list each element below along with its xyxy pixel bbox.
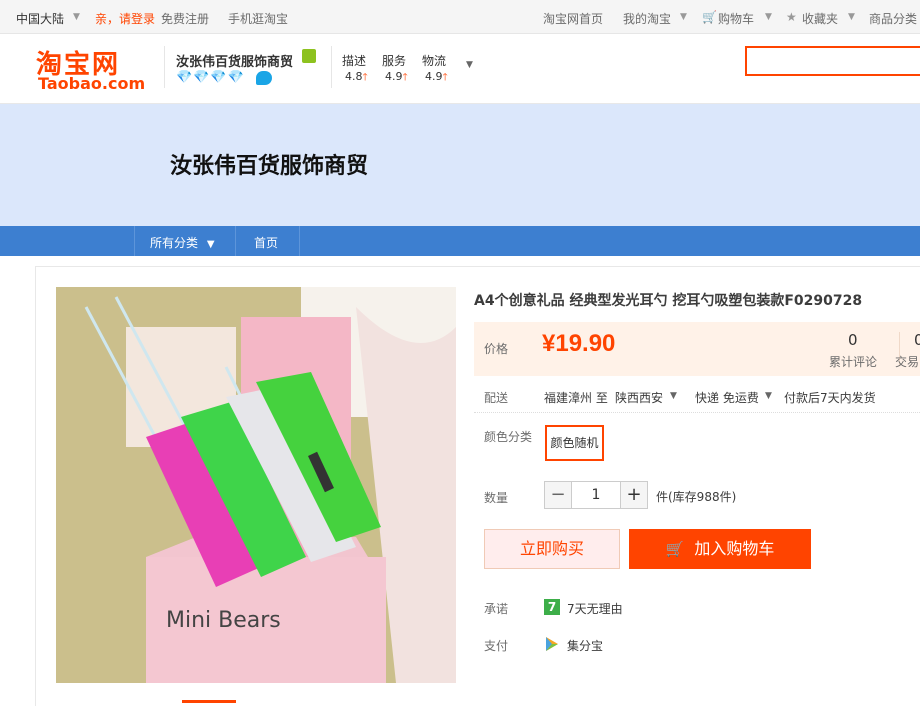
login-link[interactable]: 亲，请登录 — [95, 10, 155, 27]
rating-value-service: 4.9🡑 — [385, 70, 408, 83]
my-taobao-chevron-down-icon[interactable]: ▼ — [680, 12, 687, 22]
price-label: 价格 — [484, 342, 509, 356]
add-to-cart-label: 加入购物车 — [694, 539, 775, 558]
header-divider — [164, 46, 165, 88]
rating-label-service: 服务 — [382, 54, 407, 68]
rating-label-logistics: 物流 — [422, 54, 447, 68]
seven-day-return-icon: 7 — [544, 599, 560, 615]
delivery-destination-select[interactable]: 陕西西安 — [615, 389, 663, 406]
svg-text:Mini Bears: Mini Bears — [166, 608, 281, 633]
shop-nav — [0, 226, 920, 256]
cart-icon[interactable]: 🛒 — [702, 10, 717, 24]
quantity-increase-button[interactable]: + — [620, 481, 648, 509]
shop-badge-icon — [302, 49, 316, 63]
add-to-cart-button[interactable]: 🛒 加入购物车 — [629, 529, 811, 569]
product-image[interactable]: Mini Bears — [56, 287, 456, 683]
cart-link[interactable]: 购物车 — [718, 10, 754, 27]
star-icon: ★ — [786, 10, 797, 24]
reviews-count[interactable]: 0 — [848, 331, 858, 349]
promise-text[interactable]: 7天无理由 — [567, 600, 623, 617]
nav-all-categories-label: 所有分类 — [150, 236, 199, 250]
section-divider — [474, 412, 920, 413]
credit-diamonds-icon: 💎💎💎💎 — [176, 70, 245, 85]
shipping-method-select[interactable]: 快递 免运费 — [695, 389, 759, 406]
up-arrow-icon: 🡑 — [402, 72, 408, 83]
promise-label: 承诺 — [484, 602, 509, 616]
wangwang-chat-icon[interactable] — [256, 71, 272, 85]
payment-method[interactable]: 集分宝 — [567, 637, 603, 654]
cart-icon: 🛒 — [665, 540, 685, 558]
rating-label-desc: 描述 — [342, 54, 367, 68]
buy-now-button[interactable]: 立即购买 — [484, 529, 620, 569]
quantity-input[interactable]: 1 — [572, 481, 620, 509]
jifenbao-icon — [546, 637, 558, 651]
shop-banner — [0, 104, 920, 226]
reviews-label[interactable]: 累计评论 — [829, 353, 877, 370]
dispatch-time: 付款后7天内发货 — [784, 391, 876, 405]
product-title: A4个创意礼品 经典型发光耳勺 挖耳勺吸塑包装款F0290728 — [474, 293, 863, 309]
nav-divider — [235, 226, 236, 256]
destination-chevron-down-icon[interactable]: ▼ — [670, 391, 677, 401]
nav-home[interactable]: 首页 — [254, 234, 278, 251]
ratings-chevron-down-icon[interactable]: ▼ — [466, 60, 473, 70]
triangle-down-icon: ▼ — [206, 239, 215, 250]
my-taobao-menu[interactable]: 我的淘宝 — [623, 10, 671, 27]
taobao-home-link[interactable]: 淘宝网首页 — [543, 10, 603, 27]
taobao-logo-en[interactable]: Taobao.com — [38, 74, 145, 93]
region-chevron-down-icon[interactable]: ▼ — [73, 12, 80, 22]
nav-all-categories[interactable]: 所有分类 ▼ — [150, 234, 215, 251]
product-photo-art: Mini Bears — [56, 287, 456, 683]
cart-chevron-down-icon[interactable]: ▼ — [765, 12, 772, 22]
region-selector[interactable]: 中国大陆 — [16, 10, 64, 27]
search-input[interactable] — [745, 46, 920, 76]
payment-label: 支付 — [484, 639, 509, 653]
favorites-chevron-down-icon[interactable]: ▼ — [848, 12, 855, 22]
quantity-decrease-button[interactable]: − — [544, 481, 572, 509]
color-label: 颜色分类 — [484, 430, 533, 444]
site-topbar: 中国大陆 ▼ 亲，请登录 免费注册 手机逛淘宝 淘宝网首页 我的淘宝 ▼ 🛒 购… — [0, 0, 920, 34]
shipping-chevron-down-icon[interactable]: ▼ — [765, 391, 772, 401]
trade-label: 交易 — [895, 355, 920, 369]
delivery-from: 福建漳州 至 — [544, 391, 608, 405]
nav-divider — [134, 226, 135, 256]
shop-name[interactable]: 汝张伟百货服饰商贸 — [176, 51, 293, 70]
stock-info: 件(库存988件) — [656, 490, 737, 504]
quantity-label: 数量 — [484, 491, 509, 505]
price-value: ¥19.90 — [542, 330, 616, 357]
delivery-label: 配送 — [484, 391, 509, 405]
header-divider — [331, 46, 332, 88]
favorites-link[interactable]: 收藏夹 — [802, 10, 838, 27]
banner-shop-title: 汝张伟百货服饰商贸 — [170, 154, 369, 179]
up-arrow-icon: 🡑 — [442, 72, 448, 83]
mobile-taobao-link[interactable]: 手机逛淘宝 — [228, 10, 288, 27]
nav-divider — [299, 226, 300, 256]
rating-value-logistics: 4.9🡑 — [425, 70, 448, 83]
register-link[interactable]: 免费注册 — [161, 10, 209, 27]
categories-link[interactable]: 商品分类 — [869, 10, 917, 27]
trade-count: 0 — [914, 331, 920, 349]
up-arrow-icon: 🡑 — [362, 72, 368, 83]
rating-value-desc: 4.8🡑 — [345, 70, 368, 83]
color-option-random[interactable]: 颜色随机 — [545, 425, 604, 461]
